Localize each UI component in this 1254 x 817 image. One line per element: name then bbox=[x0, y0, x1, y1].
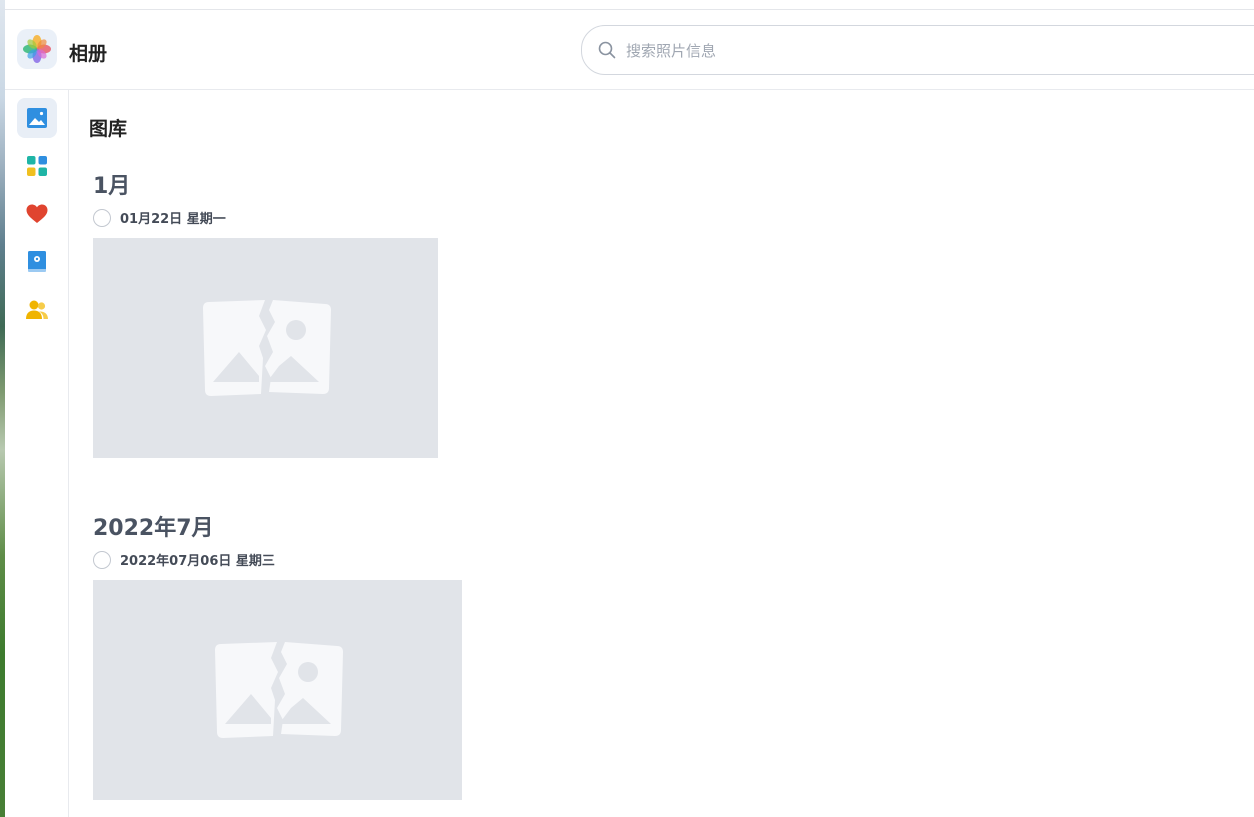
sidebar-item-people[interactable] bbox=[17, 290, 57, 330]
date-label: 2022年07月06日 星期三 bbox=[120, 554, 275, 569]
heart-icon bbox=[26, 204, 48, 223]
page-title: 图库 bbox=[89, 118, 128, 140]
search-input[interactable] bbox=[624, 38, 1188, 64]
albums-grid-icon bbox=[27, 156, 47, 176]
sidebar-item-gallery[interactable] bbox=[17, 98, 57, 138]
date-row: 2022年07月06日 星期三 bbox=[93, 550, 275, 569]
photo-thumbnail[interactable] bbox=[93, 580, 462, 800]
gallery-image-icon bbox=[27, 108, 47, 128]
window-top-bar bbox=[5, 0, 1254, 10]
date-label: 01月22日 星期一 bbox=[120, 212, 226, 227]
sidebar-item-albums[interactable] bbox=[17, 146, 57, 186]
people-icon bbox=[26, 300, 48, 319]
app-header: 相册 bbox=[5, 10, 1254, 90]
month-heading: 1月 bbox=[93, 174, 131, 199]
select-date-checkbox[interactable] bbox=[93, 550, 111, 569]
broken-image-icon bbox=[202, 300, 331, 396]
month-heading: 2022年7月 bbox=[93, 516, 214, 541]
sidebar-item-favorites[interactable] bbox=[17, 194, 57, 234]
sidebar-item-memories[interactable] bbox=[17, 242, 57, 282]
date-row: 01月22日 星期一 bbox=[93, 208, 226, 227]
book-icon bbox=[28, 251, 46, 272]
photo-thumbnail[interactable] bbox=[93, 238, 438, 458]
select-date-checkbox[interactable] bbox=[93, 208, 111, 227]
main-content: 图库 1月 01月22日 星期一 2022年7月 2022年07月06日 星期三 bbox=[69, 90, 1254, 817]
broken-image-icon bbox=[214, 642, 343, 738]
album-flower-icon[interactable] bbox=[17, 29, 57, 69]
app-title: 相册 bbox=[69, 43, 108, 65]
search-box[interactable] bbox=[581, 25, 1254, 75]
sidebar bbox=[5, 90, 69, 817]
search-icon bbox=[598, 41, 616, 59]
